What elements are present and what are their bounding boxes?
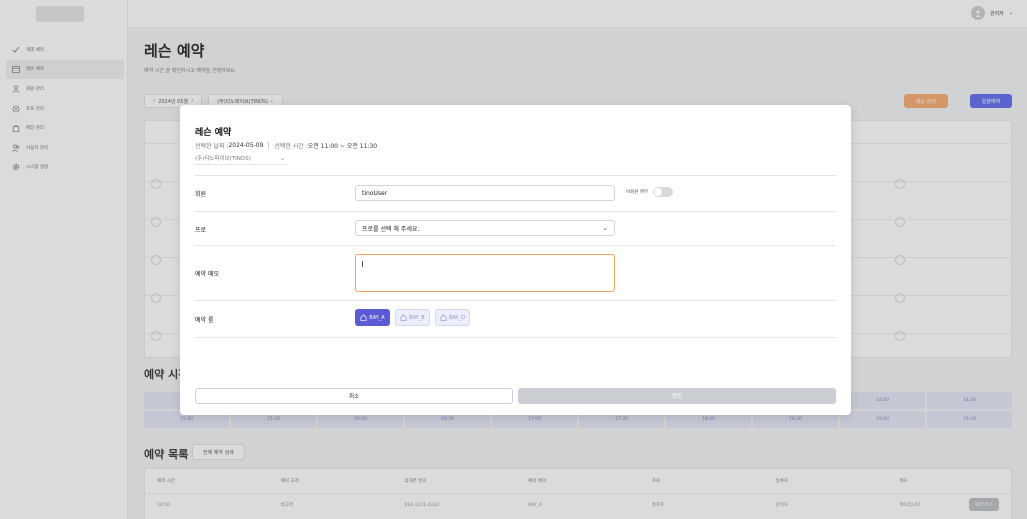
nonmember-toggle-group: 비회원 여부 bbox=[626, 187, 674, 197]
room-option-label: BAY_D bbox=[449, 314, 465, 321]
pro-label: 프로 bbox=[195, 227, 207, 234]
divider bbox=[195, 175, 836, 176]
memo-label: 예약 메모 bbox=[195, 271, 219, 278]
room-option-label: BAY_B bbox=[409, 314, 425, 321]
company-select[interactable]: (주)티노파이브(TINOS) ⌄ bbox=[195, 152, 287, 165]
time-label: 선택한 시간 : bbox=[274, 143, 308, 150]
date-value: 2024-05-09 bbox=[228, 142, 264, 149]
room-label: 예약 룸 bbox=[195, 317, 214, 324]
room-option-label: BAY_A bbox=[369, 314, 385, 321]
chevron-down-icon: ⌄ bbox=[279, 154, 285, 162]
divider bbox=[268, 142, 270, 149]
cancel-button[interactable]: 취소 bbox=[195, 388, 513, 404]
toggle-knob bbox=[654, 188, 663, 196]
divider bbox=[195, 300, 836, 301]
divider bbox=[195, 337, 836, 338]
nonmember-label: 비회원 여부 bbox=[626, 190, 649, 195]
time-value: 오전 11:00 ~ 오전 11:30 bbox=[307, 143, 378, 150]
pro-select-placeholder: 프로를 선택 해 주세요. bbox=[362, 225, 420, 233]
chevron-down-icon: ⌄ bbox=[602, 224, 608, 232]
pro-select[interactable]: 프로를 선택 해 주세요. ⌄ bbox=[355, 220, 615, 236]
home-icon bbox=[440, 314, 447, 321]
memo-textarea[interactable] bbox=[355, 254, 615, 292]
room-option-bay-b[interactable]: BAY_B bbox=[395, 309, 430, 326]
member-label: 회원 bbox=[195, 191, 207, 198]
divider bbox=[195, 245, 836, 246]
member-input[interactable]: tinoUser bbox=[355, 185, 615, 201]
confirm-button[interactable]: 확인 bbox=[518, 388, 836, 404]
room-options: BAY_A BAY_B BAY_D bbox=[355, 309, 470, 326]
text-caret bbox=[362, 261, 363, 267]
company-select-value: (주)티노파이브(TINOS) bbox=[195, 156, 251, 162]
divider bbox=[195, 211, 836, 212]
home-icon bbox=[400, 314, 407, 321]
date-label: 선택한 날짜 : bbox=[195, 143, 229, 150]
home-icon bbox=[360, 314, 367, 321]
member-input-value: tinoUser bbox=[362, 189, 388, 197]
room-option-bay-a[interactable]: BAY_A bbox=[355, 309, 390, 326]
nonmember-toggle[interactable] bbox=[653, 187, 674, 197]
modal-title: 레슨 예약 bbox=[195, 128, 232, 138]
room-option-bay-d[interactable]: BAY_D bbox=[435, 309, 470, 326]
lesson-reservation-modal: 레슨 예약 선택한 날짜 : 2024-05-09 선택한 시간 : 오전 11… bbox=[180, 105, 851, 415]
selection-info: 선택한 날짜 : 2024-05-09 선택한 시간 : 오전 11:00 ~ … bbox=[195, 141, 377, 150]
